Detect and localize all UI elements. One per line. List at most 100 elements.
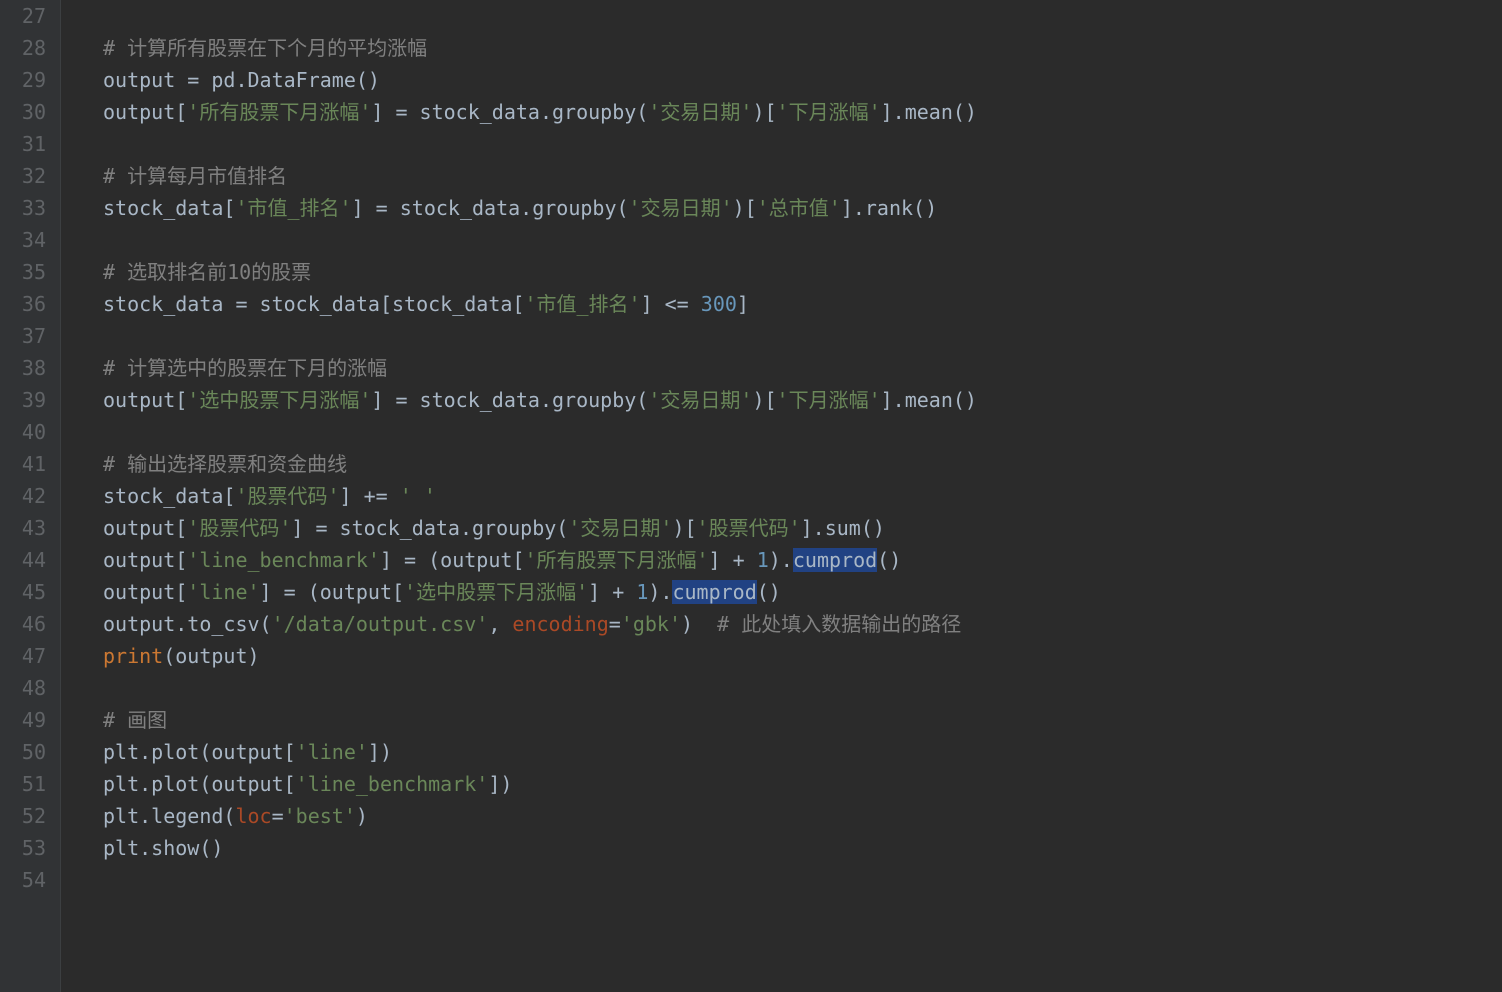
code-token: () — [757, 580, 781, 604]
code-line[interactable]: output['股票代码'] = stock_data.groupby('交易日… — [103, 512, 977, 544]
code-token: output[ — [103, 388, 187, 412]
code-token: ].mean() — [881, 100, 977, 124]
code-token: (output) — [163, 644, 259, 668]
code-token: 1 — [636, 580, 648, 604]
code-token: cumprod — [672, 580, 756, 604]
code-line[interactable] — [103, 864, 977, 896]
code-token: encoding — [512, 612, 608, 636]
line-number: 46 — [10, 608, 46, 640]
line-number: 41 — [10, 448, 46, 480]
code-area[interactable]: # 计算所有股票在下个月的平均涨幅output = pd.DataFrame()… — [61, 0, 977, 992]
line-number: 39 — [10, 384, 46, 416]
code-token: ] = (output[ — [380, 548, 525, 572]
code-line[interactable]: print(output) — [103, 640, 977, 672]
code-token: output[ — [103, 516, 187, 540]
code-token: '所有股票下月涨幅' — [187, 100, 371, 124]
line-number: 45 — [10, 576, 46, 608]
code-token: loc — [235, 804, 271, 828]
line-number: 31 — [10, 128, 46, 160]
line-number: 29 — [10, 64, 46, 96]
code-editor[interactable]: 2728293031323334353637383940414243444546… — [0, 0, 1502, 992]
line-number: 38 — [10, 352, 46, 384]
code-token: # 此处填入数据输出的路径 — [717, 612, 961, 636]
code-line[interactable]: plt.plot(output['line_benchmark']) — [103, 768, 977, 800]
code-token: ' ' — [400, 484, 436, 508]
code-token: 'gbk' — [621, 612, 681, 636]
code-token: plt.plot(output[ — [103, 740, 296, 764]
line-number: 27 — [10, 0, 46, 32]
code-token: output.to_csv( — [103, 612, 272, 636]
code-token: ] = stock_data.groupby( — [291, 516, 568, 540]
line-number: 35 — [10, 256, 46, 288]
code-token: 'line' — [187, 580, 259, 604]
code-token: ].sum() — [801, 516, 885, 540]
code-token: output[ — [103, 100, 187, 124]
code-line[interactable]: output['所有股票下月涨幅'] = stock_data.groupby(… — [103, 96, 977, 128]
code-token: '市值_排名' — [235, 196, 351, 220]
code-line[interactable]: output = pd.DataFrame() — [103, 64, 977, 96]
line-number: 36 — [10, 288, 46, 320]
code-line[interactable] — [103, 672, 977, 704]
line-number: 47 — [10, 640, 46, 672]
code-token: = — [609, 612, 621, 636]
code-line[interactable] — [103, 320, 977, 352]
code-line[interactable]: # 画图 — [103, 704, 977, 736]
code-token: '/data/output.csv' — [272, 612, 489, 636]
code-token: 'line_benchmark' — [187, 548, 380, 572]
line-number: 32 — [10, 160, 46, 192]
code-token: ].rank() — [841, 196, 937, 220]
line-number: 37 — [10, 320, 46, 352]
code-token: ] — [737, 292, 749, 316]
code-line[interactable]: stock_data = stock_data[stock_data['市值_排… — [103, 288, 977, 320]
code-token: ). — [769, 548, 793, 572]
code-token: ) — [356, 804, 368, 828]
line-number: 40 — [10, 416, 46, 448]
code-token: # 画图 — [103, 708, 167, 732]
code-line[interactable]: # 计算每月市值排名 — [103, 160, 977, 192]
code-line[interactable]: # 选取排名前10的股票 — [103, 256, 977, 288]
code-line[interactable]: plt.show() — [103, 832, 977, 864]
code-token: ] = stock_data.groupby( — [371, 100, 648, 124]
code-line[interactable]: # 计算选中的股票在下月的涨幅 — [103, 352, 977, 384]
code-line[interactable] — [103, 128, 977, 160]
code-line[interactable] — [103, 0, 977, 32]
code-token: ] += — [340, 484, 400, 508]
code-token: # 输出选择股票和资金曲线 — [103, 452, 347, 476]
code-token: '股票代码' — [697, 516, 801, 540]
code-token: ]) — [368, 740, 392, 764]
code-line[interactable]: plt.plot(output['line']) — [103, 736, 977, 768]
code-line[interactable]: output['line_benchmark'] = (output['所有股票… — [103, 544, 977, 576]
code-token: 1 — [757, 548, 769, 572]
code-line[interactable]: stock_data['股票代码'] += ' ' — [103, 480, 977, 512]
code-token: '总市值' — [757, 196, 841, 220]
code-line[interactable]: output['line'] = (output['选中股票下月涨幅'] + 1… — [103, 576, 977, 608]
code-line[interactable] — [103, 224, 977, 256]
code-token: # 计算每月市值排名 — [103, 164, 287, 188]
code-token: ] <= — [641, 292, 701, 316]
code-token: '下月涨幅' — [777, 100, 881, 124]
code-token: '交易日期' — [648, 100, 752, 124]
line-number: 43 — [10, 512, 46, 544]
code-token: ]) — [488, 772, 512, 796]
code-token: '交易日期' — [629, 196, 733, 220]
code-line[interactable]: # 计算所有股票在下个月的平均涨幅 — [103, 32, 977, 64]
code-line[interactable]: output['选中股票下月涨幅'] = stock_data.groupby(… — [103, 384, 977, 416]
code-token: 'line_benchmark' — [296, 772, 489, 796]
code-token: 300 — [701, 292, 737, 316]
code-token: output[ — [103, 548, 187, 572]
code-token: cumprod — [793, 548, 877, 572]
code-token: ] = (output[ — [260, 580, 405, 604]
code-line[interactable]: output.to_csv('/data/output.csv', encodi… — [103, 608, 977, 640]
code-line[interactable]: stock_data['市值_排名'] = stock_data.groupby… — [103, 192, 977, 224]
line-number: 44 — [10, 544, 46, 576]
code-line[interactable]: plt.legend(loc='best') — [103, 800, 977, 832]
code-token: '选中股票下月涨幅' — [187, 388, 371, 412]
code-line[interactable]: # 输出选择股票和资金曲线 — [103, 448, 977, 480]
code-token: ] = stock_data.groupby( — [352, 196, 629, 220]
code-line[interactable] — [103, 416, 977, 448]
code-token: plt.plot(output[ — [103, 772, 296, 796]
line-number: 48 — [10, 672, 46, 704]
line-number: 33 — [10, 192, 46, 224]
code-token: )[ — [752, 388, 776, 412]
code-token: ). — [648, 580, 672, 604]
